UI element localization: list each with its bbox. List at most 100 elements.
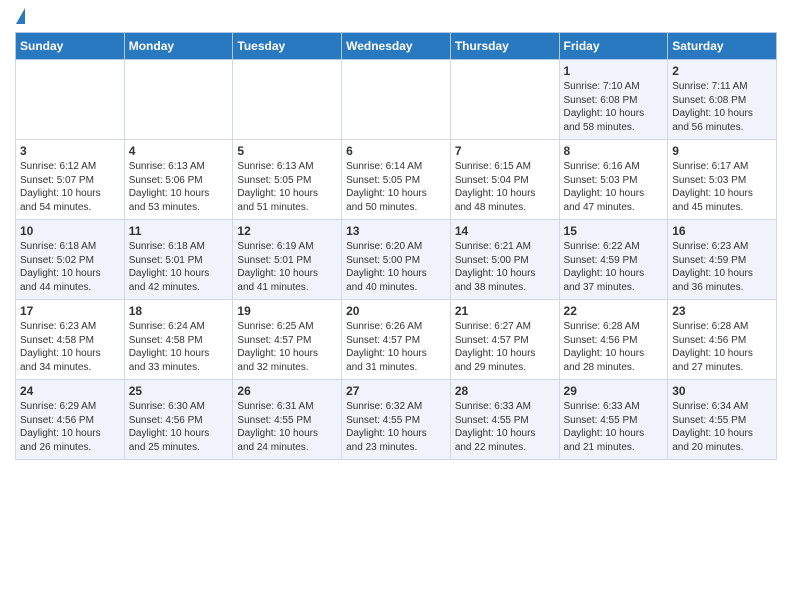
week-row-5: 24Sunrise: 6:29 AM Sunset: 4:56 PM Dayli… [16,380,777,460]
day-number: 12 [237,224,337,238]
day-info: Sunrise: 6:18 AM Sunset: 5:02 PM Dayligh… [20,241,101,293]
day-info: Sunrise: 6:31 AM Sunset: 4:55 PM Dayligh… [237,401,318,453]
day-cell: 30 Sunrise: 6:34 AM Sunset: 4:55 PM Dayli… [668,380,777,460]
day-info: Sunrise: 6:15 AM Sunset: 5:04 PM Dayligh… [455,161,536,213]
day-info: Sunrise: 6:32 AM Sunset: 4:55 PM Dayligh… [346,401,427,453]
day-info: Sunrise: 6:19 AM Sunset: 5:01 PM Dayligh… [237,241,318,293]
day-number: 23 [672,304,772,318]
day-cell [124,60,233,140]
day-info: Sunrise: 6:23 AM Sunset: 4:58 PM Dayligh… [20,321,101,373]
calendar-table: SundayMondayTuesdayWednesdayThursdayFrid… [15,32,777,460]
day-cell: 18 Sunrise: 6:24 AM Sunset: 4:58 PM Dayli… [124,300,233,380]
day-cell: 21Sunrise: 6:27 AM Sunset: 4:57 PM Dayli… [450,300,559,380]
day-number: 26 [237,384,337,398]
day-info: Sunrise: 6:25 AM Sunset: 4:57 PM Dayligh… [237,321,318,373]
day-number: 27 [346,384,446,398]
day-number: 10 [20,224,120,238]
day-number: 30 [672,384,772,398]
day-info: Sunrise: 6:28 AM Sunset: 4:56 PM Dayligh… [564,321,645,373]
day-info: Sunrise: 6:27 AM Sunset: 4:57 PM Dayligh… [455,321,536,373]
day-cell [450,60,559,140]
day-cell: 8 Sunrise: 6:16 AM Sunset: 5:03 PM Daylig… [559,140,668,220]
day-number: 20 [346,304,446,318]
day-number: 25 [129,384,229,398]
day-info: Sunrise: 6:12 AM Sunset: 5:07 PM Dayligh… [20,161,101,213]
day-number: 28 [455,384,555,398]
col-header-monday: Monday [124,33,233,60]
day-info: Sunrise: 6:13 AM Sunset: 5:06 PM Dayligh… [129,161,210,213]
day-info: Sunrise: 6:30 AM Sunset: 4:56 PM Dayligh… [129,401,210,453]
day-cell: 2 Sunrise: 7:11 AM Sunset: 6:08 PM Daylig… [668,60,777,140]
day-number: 16 [672,224,772,238]
day-number: 11 [129,224,229,238]
day-number: 19 [237,304,337,318]
day-cell [233,60,342,140]
week-row-4: 17Sunrise: 6:23 AM Sunset: 4:58 PM Dayli… [16,300,777,380]
day-info: Sunrise: 7:10 AM Sunset: 6:08 PM Dayligh… [564,81,645,133]
day-cell: 23 Sunrise: 6:28 AM Sunset: 4:56 PM Dayli… [668,300,777,380]
day-cell: 6 Sunrise: 6:14 AM Sunset: 5:05 PM Daylig… [342,140,451,220]
day-number: 6 [346,144,446,158]
day-info: Sunrise: 6:16 AM Sunset: 5:03 PM Dayligh… [564,161,645,213]
day-cell: 13 Sunrise: 6:20 AM Sunset: 5:00 PM Dayli… [342,220,451,300]
day-info: Sunrise: 6:34 AM Sunset: 4:55 PM Dayligh… [672,401,753,453]
col-header-tuesday: Tuesday [233,33,342,60]
day-number: 3 [20,144,120,158]
day-info: Sunrise: 6:28 AM Sunset: 4:56 PM Dayligh… [672,321,753,373]
day-cell: 9Sunrise: 6:17 AM Sunset: 5:03 PM Daylig… [668,140,777,220]
day-number: 8 [564,144,664,158]
day-info: Sunrise: 6:29 AM Sunset: 4:56 PM Dayligh… [20,401,101,453]
logo [15,10,26,24]
day-info: Sunrise: 6:33 AM Sunset: 4:55 PM Dayligh… [564,401,645,453]
day-cell: 4 Sunrise: 6:13 AM Sunset: 5:06 PM Daylig… [124,140,233,220]
col-header-saturday: Saturday [668,33,777,60]
day-number: 5 [237,144,337,158]
day-info: Sunrise: 6:22 AM Sunset: 4:59 PM Dayligh… [564,241,645,293]
day-number: 7 [455,144,555,158]
day-cell: 28Sunrise: 6:33 AM Sunset: 4:55 PM Dayli… [450,380,559,460]
day-cell: 29 Sunrise: 6:33 AM Sunset: 4:55 PM Dayli… [559,380,668,460]
day-cell: 16Sunrise: 6:23 AM Sunset: 4:59 PM Dayli… [668,220,777,300]
day-cell: 3 Sunrise: 6:12 AM Sunset: 5:07 PM Daylig… [16,140,125,220]
day-number: 1 [564,64,664,78]
day-number: 4 [129,144,229,158]
week-row-1: 1 Sunrise: 7:10 AM Sunset: 6:08 PM Daylig… [16,60,777,140]
day-number: 2 [672,64,772,78]
day-cell: 11Sunrise: 6:18 AM Sunset: 5:01 PM Dayli… [124,220,233,300]
day-cell: 7 Sunrise: 6:15 AM Sunset: 5:04 PM Daylig… [450,140,559,220]
header [15,10,777,24]
day-cell: 1 Sunrise: 7:10 AM Sunset: 6:08 PM Daylig… [559,60,668,140]
day-cell: 19 Sunrise: 6:25 AM Sunset: 4:57 PM Dayli… [233,300,342,380]
day-number: 13 [346,224,446,238]
col-header-friday: Friday [559,33,668,60]
week-row-3: 10 Sunrise: 6:18 AM Sunset: 5:02 PM Dayli… [16,220,777,300]
day-info: Sunrise: 7:11 AM Sunset: 6:08 PM Dayligh… [672,81,753,133]
day-cell: 26 Sunrise: 6:31 AM Sunset: 4:55 PM Dayli… [233,380,342,460]
day-cell: 25 Sunrise: 6:30 AM Sunset: 4:56 PM Dayli… [124,380,233,460]
day-number: 9 [672,144,772,158]
day-number: 18 [129,304,229,318]
day-cell [342,60,451,140]
day-info: Sunrise: 6:24 AM Sunset: 4:58 PM Dayligh… [129,321,210,373]
day-info: Sunrise: 6:21 AM Sunset: 5:00 PM Dayligh… [455,241,536,293]
week-row-2: 3 Sunrise: 6:12 AM Sunset: 5:07 PM Daylig… [16,140,777,220]
day-info: Sunrise: 6:20 AM Sunset: 5:00 PM Dayligh… [346,241,427,293]
day-cell: 12 Sunrise: 6:19 AM Sunset: 5:01 PM Dayli… [233,220,342,300]
day-cell: 10 Sunrise: 6:18 AM Sunset: 5:02 PM Dayli… [16,220,125,300]
day-number: 29 [564,384,664,398]
day-cell: 22 Sunrise: 6:28 AM Sunset: 4:56 PM Dayli… [559,300,668,380]
day-info: Sunrise: 6:14 AM Sunset: 5:05 PM Dayligh… [346,161,427,213]
col-header-thursday: Thursday [450,33,559,60]
col-header-sunday: Sunday [16,33,125,60]
day-cell: 5 Sunrise: 6:13 AM Sunset: 5:05 PM Daylig… [233,140,342,220]
day-cell: 14Sunrise: 6:21 AM Sunset: 5:00 PM Dayli… [450,220,559,300]
day-number: 22 [564,304,664,318]
calendar-container: SundayMondayTuesdayWednesdayThursdayFrid… [0,0,792,470]
day-cell: 24Sunrise: 6:29 AM Sunset: 4:56 PM Dayli… [16,380,125,460]
day-cell: 20 Sunrise: 6:26 AM Sunset: 4:57 PM Dayli… [342,300,451,380]
day-number: 15 [564,224,664,238]
day-info: Sunrise: 6:13 AM Sunset: 5:05 PM Dayligh… [237,161,318,213]
day-cell: 15 Sunrise: 6:22 AM Sunset: 4:59 PM Dayli… [559,220,668,300]
day-cell [16,60,125,140]
day-info: Sunrise: 6:26 AM Sunset: 4:57 PM Dayligh… [346,321,427,373]
